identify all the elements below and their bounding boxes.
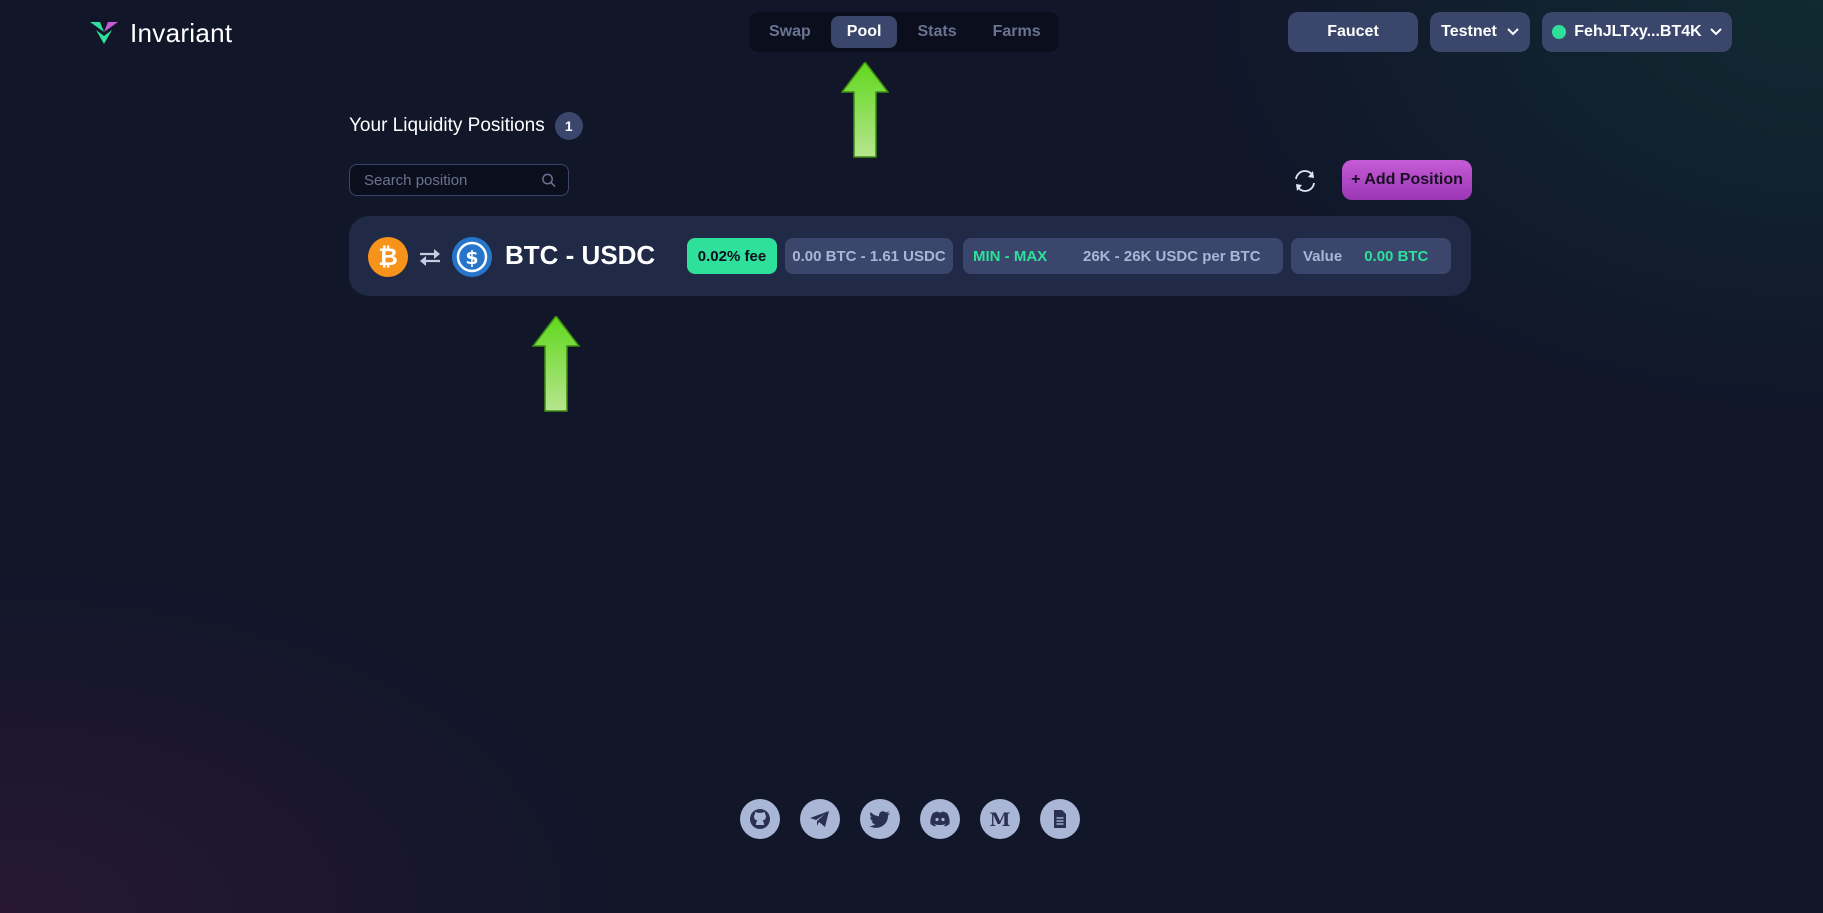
wallet-status-dot xyxy=(1552,25,1567,39)
amounts-badge: 0.00 BTC - 1.61 USDC xyxy=(785,238,953,274)
svg-text:₿: ₿ xyxy=(378,243,398,271)
wallet-button[interactable]: FehJLTxy...BT4K xyxy=(1542,12,1732,52)
chevron-down-icon xyxy=(1507,28,1519,36)
positions-header: Your Liquidity Positions 1 xyxy=(349,112,583,140)
position-row[interactable]: ₿ $ BTC - USDC 0.02% fee 0.00 BTC - 1.61… xyxy=(349,216,1471,296)
discord-icon[interactable] xyxy=(920,799,960,839)
docs-icon[interactable] xyxy=(1040,799,1080,839)
refresh-icon[interactable] xyxy=(1292,168,1318,194)
page-title: Your Liquidity Positions xyxy=(349,115,545,136)
brand-name: Invariant xyxy=(130,17,233,48)
tab-swap[interactable]: Swap xyxy=(753,16,827,48)
invariant-logo-icon xyxy=(90,22,118,44)
tab-stats[interactable]: Stats xyxy=(901,16,972,48)
tab-farms[interactable]: Farms xyxy=(977,16,1057,48)
search-box[interactable] xyxy=(349,164,569,196)
pointer-arrow-icon xyxy=(532,316,580,412)
chevron-down-icon xyxy=(1710,28,1722,36)
medium-icon[interactable]: M xyxy=(980,799,1020,839)
value-amount: 0.00 BTC xyxy=(1364,247,1429,265)
wallet-address: FehJLTxy...BT4K xyxy=(1574,23,1702,40)
twitter-icon[interactable] xyxy=(860,799,900,839)
main-nav: Swap Pool Stats Farms xyxy=(749,12,1059,52)
range-badge: MIN - MAX 26K - 26K USDC per BTC xyxy=(963,238,1283,274)
range-value: 26K - 26K USDC per BTC xyxy=(1083,247,1261,265)
github-icon[interactable] xyxy=(740,799,780,839)
add-position-button[interactable]: + Add Position xyxy=(1342,160,1472,200)
logo[interactable]: Invariant xyxy=(90,16,232,50)
social-links: M xyxy=(740,799,1080,839)
swap-arrows-icon xyxy=(420,249,440,266)
svg-text:M: M xyxy=(989,809,1010,831)
range-label: MIN - MAX xyxy=(973,247,1048,265)
faucet-button[interactable]: Faucet xyxy=(1288,12,1418,52)
telegram-icon[interactable] xyxy=(800,799,840,839)
search-icon xyxy=(542,173,556,188)
positions-count-badge: 1 xyxy=(554,112,583,140)
fee-badge: 0.02% fee xyxy=(687,238,777,274)
network-select[interactable]: Testnet xyxy=(1430,12,1530,52)
value-label: Value xyxy=(1303,247,1343,265)
value-badge: Value 0.00 BTC xyxy=(1291,238,1451,274)
search-input[interactable] xyxy=(362,170,541,190)
pointer-arrow-icon xyxy=(841,62,889,158)
network-label: Testnet xyxy=(1441,23,1497,40)
svg-text:$: $ xyxy=(465,247,478,269)
usdc-icon: $ xyxy=(452,237,492,277)
tab-pool[interactable]: Pool xyxy=(830,16,898,48)
pair-name: BTC - USDC xyxy=(505,240,656,270)
btc-icon: ₿ xyxy=(368,237,408,277)
